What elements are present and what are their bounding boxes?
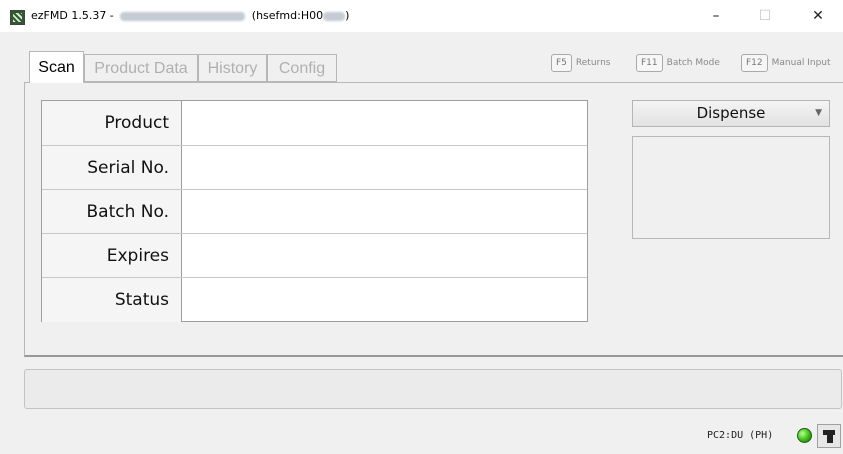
window-title-prefix: ezFMD 1.5.37 - [31,9,114,22]
maximize-button: ☐ [758,8,772,24]
field-row-status: Status [42,277,587,322]
window-title-suffix: (hsefmd:H00 [251,9,324,22]
status-led-icon [797,428,812,443]
fkey-batch-mode[interactable]: F11 Batch Mode [636,54,720,72]
redacted-id [323,11,346,21]
chevron-down-icon: ▼ [815,108,822,118]
field-label-expires: Expires [42,234,182,278]
fkey-f11: F11 [636,54,663,72]
fkey-returns-label: Returns [575,58,611,68]
mode-dropdown[interactable]: Dispense ▼ [632,100,830,127]
fkey-manual-input-label: Manual Input [771,58,831,68]
info-panel [632,136,830,239]
tab-config[interactable]: Config [267,54,337,82]
app-icon [10,10,25,25]
field-value-status [183,278,587,322]
fkey-f12: F12 [741,54,768,72]
field-label-batch: Batch No. [42,190,182,234]
connection-label: PC2:DU (PH) [707,430,774,441]
tab-product-data[interactable]: Product Data [84,54,198,82]
fkey-returns[interactable]: F5 Returns [551,54,610,72]
field-value-product [183,101,587,145]
window-title-suffix-close: ) [345,9,350,22]
fkey-manual-input[interactable]: F12 Manual Input [741,54,831,72]
field-label-product: Product [42,101,182,145]
tab-scan[interactable]: Scan [29,51,84,83]
tab-history[interactable]: History [198,54,267,82]
field-value-serial [183,146,587,190]
title-bar: ezFMD 1.5.37 - (hsefmd:H00) – ☐ ✕ [0,0,843,32]
status-message-bar [24,369,842,409]
fkey-batch-mode-label: Batch Mode [666,58,720,68]
field-row-expires: Expires [42,233,587,278]
barcode-scanner-icon[interactable] [817,424,841,448]
fkey-f5: F5 [551,54,572,72]
field-label-status: Status [42,278,182,322]
field-value-expires [183,234,587,278]
minimize-button[interactable]: – [693,0,739,32]
scan-details-table: Product Serial No. Batch No. Expires Sta… [41,100,588,322]
field-value-batch [183,190,587,234]
close-button[interactable]: ✕ [795,0,841,32]
redacted-hospital-name [120,11,246,21]
field-label-serial: Serial No. [42,146,182,190]
field-row-product: Product [42,101,587,145]
field-row-serial: Serial No. [42,145,587,190]
window-title: ezFMD 1.5.37 - (hsefmd:H00) [31,9,349,22]
field-row-batch: Batch No. [42,189,587,234]
mode-dropdown-value: Dispense [696,104,766,122]
